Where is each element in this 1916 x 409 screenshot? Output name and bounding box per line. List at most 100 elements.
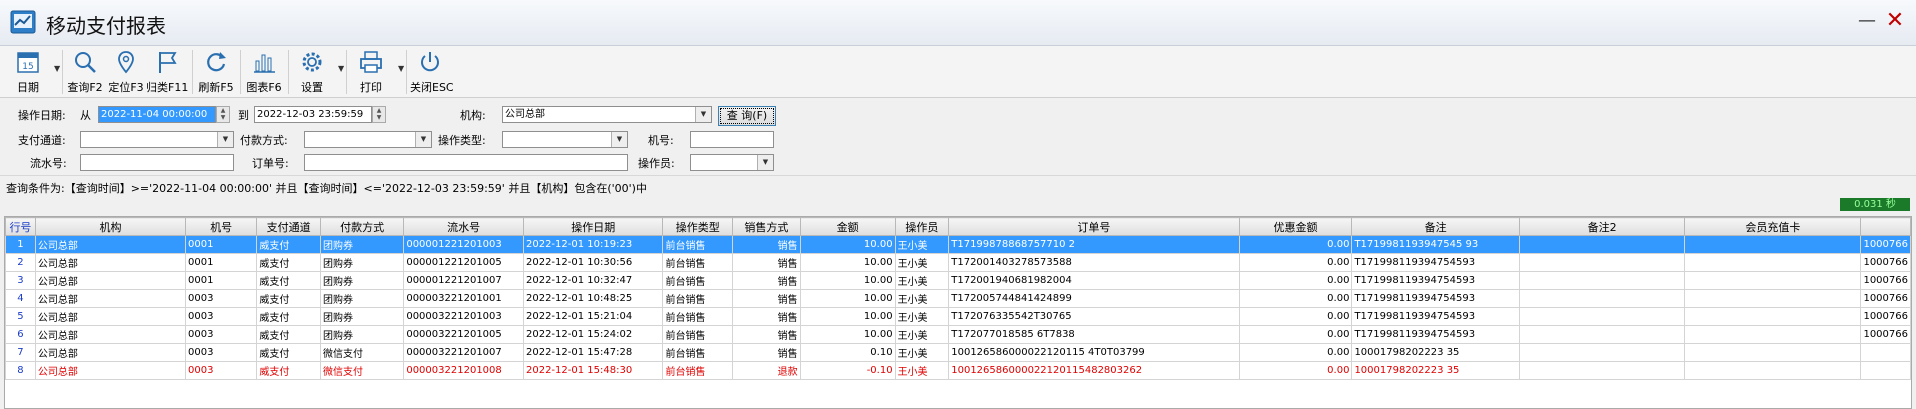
print-dropdown[interactable]: ▼: [392, 46, 404, 98]
close-button[interactable]: 关闭ESC: [410, 46, 454, 98]
table-cell: 王小美: [894, 235, 950, 254]
settings-button[interactable]: 设置: [294, 46, 330, 98]
column-header[interactable]: 备注2: [1518, 217, 1686, 236]
chevron-down-icon[interactable]: ▼: [757, 155, 773, 170]
column-header[interactable]: 操作员: [894, 217, 950, 236]
machine-field[interactable]: [690, 131, 774, 148]
table-cell: 0003: [185, 325, 258, 344]
table-cell: 团购券: [319, 289, 405, 308]
date-button[interactable]: 15 日期: [8, 46, 48, 98]
table-cell: 4: [5, 289, 36, 308]
close-window-button[interactable]: ✕: [1884, 10, 1906, 32]
chart-label: 图表F6: [246, 81, 282, 94]
column-header[interactable]: 优惠金额: [1238, 217, 1353, 236]
operator-combo[interactable]: ▼: [690, 154, 774, 171]
table-row[interactable]: 4 公司总部 0003 威支付 团购券 000003221201001 2022-12-01…: [5, 289, 1911, 308]
chevron-down-icon[interactable]: ▼: [217, 132, 233, 147]
table-row[interactable]: 2 公司总部 0001 威支付 团购券 000001221201005 2022-12-01…: [5, 253, 1911, 272]
table-cell: T172001403278573588: [948, 253, 1240, 272]
from-label: 从: [80, 109, 91, 122]
table-row[interactable]: 7 公司总部 0003 威支付 微信支付 000003221201007 2022-12-0…: [5, 343, 1911, 362]
table-cell: 0.00: [1238, 289, 1353, 308]
power-icon: [421, 52, 439, 72]
table-cell: 2: [5, 253, 36, 272]
column-header[interactable]: 机构: [34, 217, 187, 236]
date-to-spinner[interactable]: ▲ ▼: [372, 106, 386, 123]
table-cell: [1518, 271, 1686, 290]
table-cell: [1684, 235, 1862, 254]
locate-button[interactable]: 定位F3: [108, 46, 144, 98]
column-header[interactable]: [1860, 217, 1911, 236]
table-cell: 0003: [185, 307, 258, 326]
column-header[interactable]: 销售方式: [732, 217, 801, 236]
toolbar: 15 日期 ▼ 查询F2 定位F3 归类F11 刷新F5 图表F6 设置 ▼ 打…: [0, 46, 1916, 98]
table-cell: 2022-12-01 10:30:56: [522, 253, 664, 272]
serial-field[interactable]: [80, 154, 234, 171]
table-cell: 威支付: [256, 235, 321, 254]
org-combo[interactable]: 公司总部 ▼: [502, 106, 712, 123]
table-cell: 前台销售: [662, 343, 734, 362]
report-grid[interactable]: 行号 机构 机号 支付通道 付款方式 流水号 操作日期 操作类型 销售方式 金额…: [4, 216, 1912, 409]
column-header[interactable]: 付款方式: [319, 217, 405, 236]
separator: [406, 50, 407, 94]
chevron-down-icon[interactable]: ▼: [611, 132, 627, 147]
date-from-spinner[interactable]: ▲ ▼: [216, 106, 230, 123]
query-button[interactable]: 查询F2: [66, 46, 104, 98]
column-header[interactable]: 支付通道: [256, 217, 321, 236]
column-header[interactable]: 会员充值卡: [1684, 217, 1862, 236]
column-header[interactable]: 操作类型: [662, 217, 734, 236]
chart-button[interactable]: 图表F6: [244, 46, 284, 98]
column-header[interactable]: 机号: [185, 217, 258, 236]
table-cell: 0.00: [1238, 325, 1353, 344]
elapsed-time: 0.031 秒: [1840, 198, 1910, 211]
table-body: 1 公司总部 0001 威支付 团购券 000001221201003 2022-12-01…: [5, 235, 1911, 380]
chevron-down-icon[interactable]: ▼: [695, 107, 711, 122]
table-cell: 000001221201003: [403, 235, 524, 254]
table-cell: 1000766: [1860, 253, 1911, 272]
settings-dropdown[interactable]: ▼: [332, 46, 344, 98]
print-button[interactable]: 打印: [352, 46, 390, 98]
table-row[interactable]: 8 公司总部 0003 威支付 微信支付 000003221201008 2022-12-0…: [5, 361, 1911, 380]
table-cell: 威支付: [256, 361, 321, 380]
table-cell: 0.00: [1238, 361, 1353, 380]
table-cell: [1684, 343, 1862, 362]
order-field[interactable]: [304, 154, 628, 171]
classify-label: 归类F11: [146, 81, 189, 94]
pay-method-combo[interactable]: ▼: [304, 131, 432, 148]
op-type-combo[interactable]: ▼: [502, 131, 628, 148]
query-submit-button[interactable]: 查 询(F): [718, 106, 776, 126]
refresh-button[interactable]: 刷新F5: [196, 46, 236, 98]
column-header[interactable]: 流水号: [403, 217, 524, 236]
table-cell: [1684, 253, 1862, 272]
table-cell: 销售: [732, 271, 801, 290]
table-cell: T172001940681982004: [948, 271, 1240, 290]
table-cell: 团购券: [319, 235, 405, 254]
table-cell: 王小美: [894, 307, 950, 326]
minimize-button[interactable]: —: [1856, 10, 1878, 32]
table-row[interactable]: 5 公司总部 0003 威支付 团购券 000003221201003 2022-12-01…: [5, 307, 1911, 326]
title-bar: 移动支付报表 — ✕: [0, 0, 1916, 46]
date-from-field[interactable]: 2022-11-04 00:00:00: [98, 106, 216, 123]
table-row[interactable]: 6 公司总部 0003 威支付 团购券 000003221201005 2022-12-01…: [5, 325, 1911, 344]
column-header[interactable]: 金额: [799, 217, 896, 236]
column-header[interactable]: 备注: [1351, 217, 1520, 236]
table-cell: -0.10: [799, 361, 896, 380]
table-row[interactable]: 3 公司总部 0001 威支付 团购券 000001221201007 2022-12-01…: [5, 271, 1911, 290]
chevron-down-icon[interactable]: ▼: [415, 132, 431, 147]
date-to-field[interactable]: 2022-12-03 23:59:59: [254, 106, 372, 123]
table-cell: 0001: [185, 235, 258, 254]
column-header[interactable]: 操作日期: [522, 217, 664, 236]
classify-button[interactable]: 归类F11: [146, 46, 188, 98]
table-cell: 前台销售: [662, 289, 734, 308]
gear-icon: [302, 52, 322, 72]
table-cell: [1860, 361, 1911, 380]
date-dropdown[interactable]: ▼: [48, 46, 60, 98]
table-cell: T17199878868757710 2: [948, 235, 1240, 254]
column-header[interactable]: 订单号: [948, 217, 1240, 236]
table-cell: 000003221201001: [403, 289, 524, 308]
table-cell: 微信支付: [319, 343, 405, 362]
column-header[interactable]: 行号: [5, 217, 36, 236]
channel-combo[interactable]: ▼: [80, 131, 234, 148]
table-row[interactable]: 1 公司总部 0001 威支付 团购券 000001221201003 2022-12-01…: [5, 235, 1911, 254]
table-cell: 10.00: [799, 289, 896, 308]
